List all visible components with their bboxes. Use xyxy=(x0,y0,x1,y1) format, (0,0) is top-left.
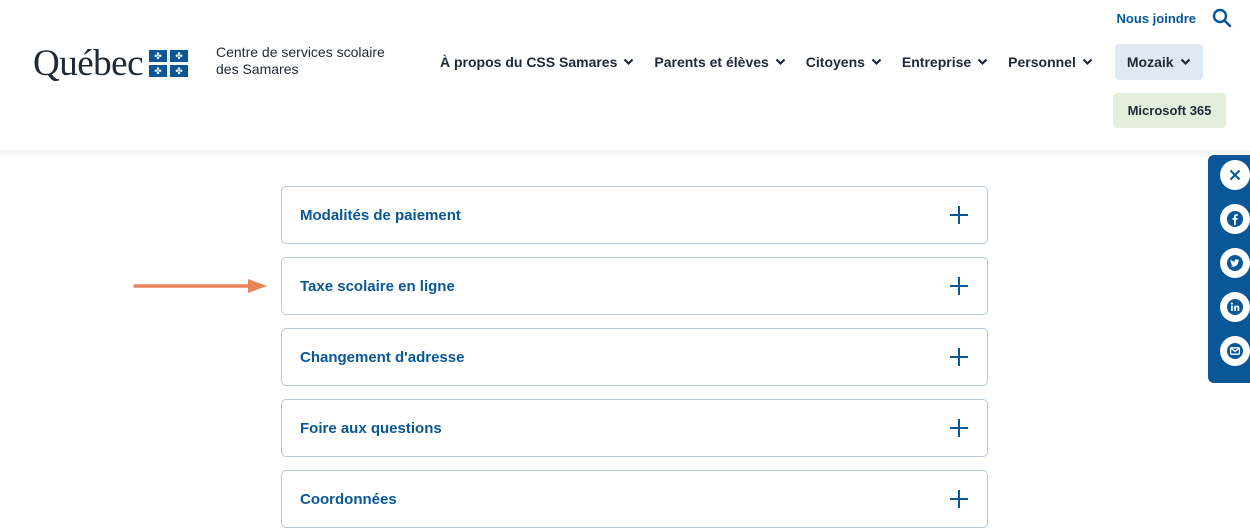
org-name-line1: Centre de services scolaire xyxy=(216,44,385,60)
chevron-down-icon xyxy=(871,58,882,66)
plus-icon xyxy=(950,277,968,295)
contact-link[interactable]: Nous joindre xyxy=(1117,11,1196,26)
nav-item-mozaik[interactable]: Mozaik xyxy=(1114,44,1203,80)
chevron-down-icon xyxy=(775,58,786,66)
nav-item-a-propos[interactable]: À propos du CSS Samares xyxy=(430,44,644,80)
nav-item-citoyens[interactable]: Citoyens xyxy=(796,44,892,80)
accordion-title: Modalités de paiement xyxy=(300,206,461,224)
plus-icon xyxy=(950,348,968,366)
nav-item-label: À propos du CSS Samares xyxy=(440,54,618,70)
accordion-modalites-paiement[interactable]: Modalités de paiement xyxy=(281,186,988,244)
accordion-title: Taxe scolaire en ligne xyxy=(300,277,455,295)
nav-item-label: Mozaik xyxy=(1126,54,1174,70)
nav-item-label: Entreprise xyxy=(901,54,972,70)
plus-icon xyxy=(950,419,968,437)
close-icon xyxy=(1229,169,1241,181)
chevron-down-icon xyxy=(1180,58,1190,66)
chevron-down-icon xyxy=(624,58,634,66)
utility-bar: Nous joindre xyxy=(1117,8,1232,28)
linkedin-icon xyxy=(1227,299,1243,315)
search-icon[interactable] xyxy=(1212,8,1232,28)
twitter-icon xyxy=(1227,255,1243,271)
twitter-share-button[interactable] xyxy=(1220,248,1250,278)
close-share-button[interactable] xyxy=(1220,160,1250,190)
facebook-share-button[interactable] xyxy=(1220,204,1250,234)
accordion-title: Changement d'adresse xyxy=(300,348,465,366)
plus-icon xyxy=(950,206,968,224)
email-icon xyxy=(1227,343,1243,359)
chevron-down-icon xyxy=(1082,58,1093,66)
email-share-button[interactable] xyxy=(1220,336,1250,366)
accordion-changement-adresse[interactable]: Changement d'adresse xyxy=(281,328,988,386)
microsoft-365-button[interactable]: Microsoft 365 xyxy=(1113,93,1226,128)
logo-wordmark: Québec xyxy=(33,43,144,84)
org-name-line2: des Samares xyxy=(216,61,299,77)
main-navigation: À propos du CSS Samares Parents et élève… xyxy=(430,44,1203,80)
accordion-taxe-scolaire[interactable]: Taxe scolaire en ligne xyxy=(281,257,988,315)
facebook-icon xyxy=(1227,211,1243,227)
quebec-logo[interactable]: Québec ✤ ✤ ✤ ✤ xyxy=(33,42,188,85)
nav-item-parents-eleves[interactable]: Parents et élèves xyxy=(644,44,795,80)
nav-item-label: Personnel xyxy=(1008,54,1076,70)
arrow-right-icon xyxy=(133,279,267,293)
nav-item-label: Citoyens xyxy=(805,54,865,70)
accordion-coordonnees[interactable]: Coordonnées xyxy=(281,470,988,528)
accordion-title: Coordonnées xyxy=(300,490,397,508)
accordion-title: Foire aux questions xyxy=(300,419,442,437)
nav-item-personnel[interactable]: Personnel xyxy=(998,44,1103,80)
nav-item-label: Parents et élèves xyxy=(654,54,769,70)
organization-name: Centre de services scolaire des Samares xyxy=(216,44,385,78)
header-divider xyxy=(0,150,1250,158)
linkedin-share-button[interactable] xyxy=(1220,292,1250,322)
site-header: Nous joindre Québec ✤ ✤ ✤ ✤ Centre de servi… xyxy=(0,0,1250,152)
fleur-de-lis-flag-icon: ✤ ✤ ✤ ✤ xyxy=(149,50,188,77)
accordion-foire-questions[interactable]: Foire aux questions xyxy=(281,399,988,457)
nav-item-entreprise[interactable]: Entreprise xyxy=(892,44,998,80)
social-share-rail xyxy=(1208,155,1250,383)
chevron-down-icon xyxy=(977,58,988,66)
plus-icon xyxy=(950,490,968,508)
